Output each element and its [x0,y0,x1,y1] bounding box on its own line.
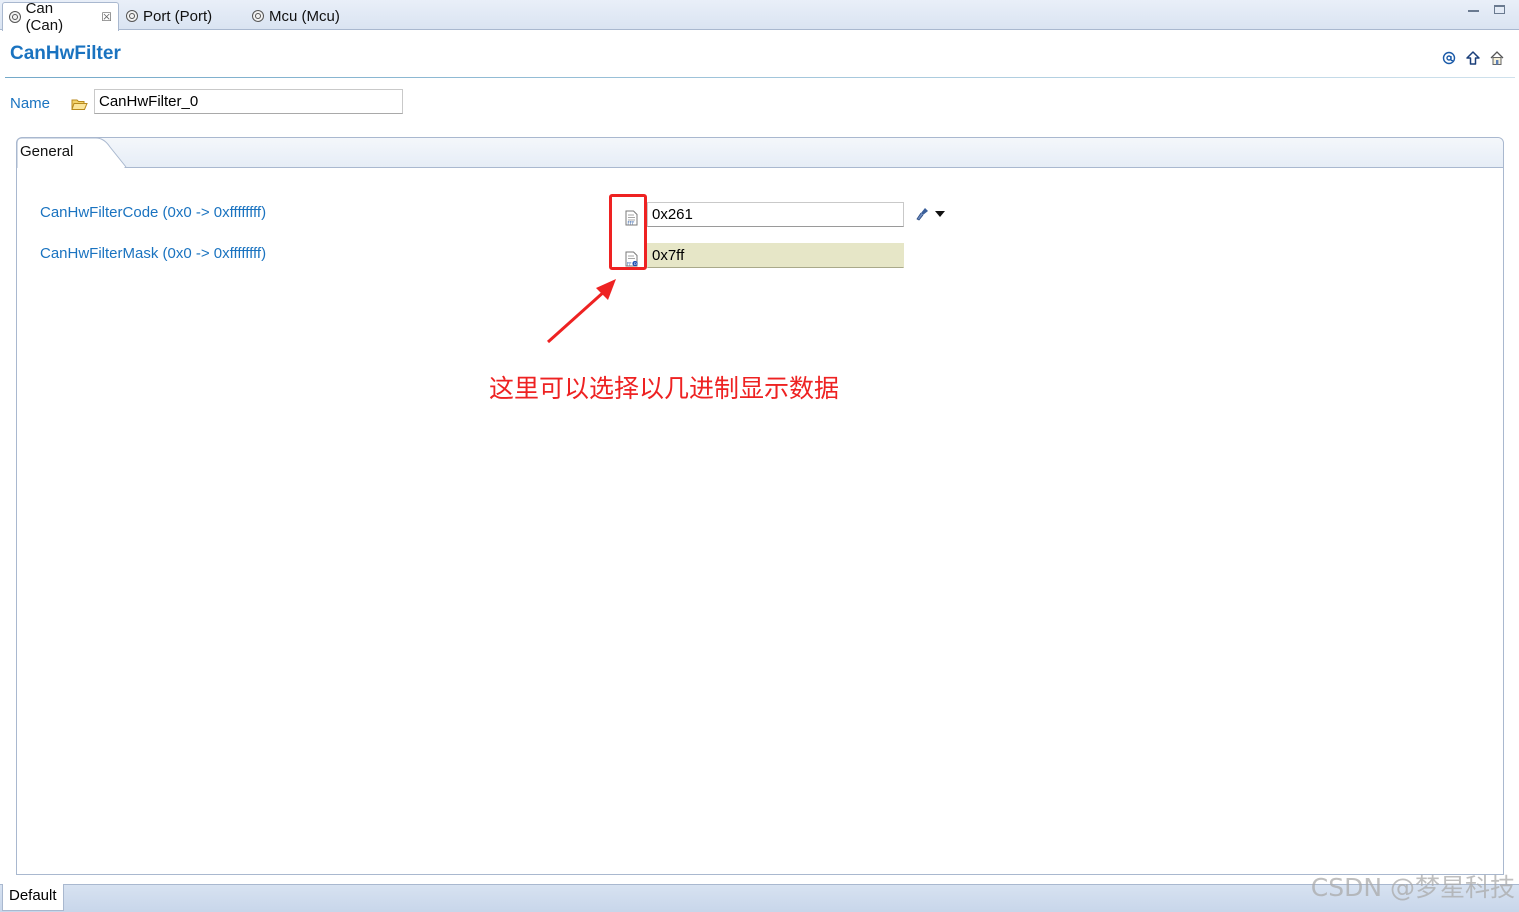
filter-mask-input[interactable] [647,243,904,268]
tab-mcu[interactable]: Mcu (Mcu) [246,2,346,30]
watermark: CSDN @梦星科技 [1310,873,1515,902]
at-reference-icon[interactable] [1441,50,1457,66]
tab-default[interactable]: Default [2,884,64,911]
tab-general[interactable]: General [16,137,131,168]
filter-mask-label: CanHwFilterMask (0x0 -> 0xffffffff) [40,245,267,262]
name-input[interactable] [94,89,403,114]
tab-port-label: Port (Port) [143,7,213,25]
section-tab-strip [17,138,1503,168]
annotation-text: 这里可以选择以几进制显示数据 [489,374,840,403]
title-divider [5,77,1515,78]
page-tab-bar: Default [0,884,1519,912]
tab-can[interactable]: Can (Can) ☒ [2,0,119,34]
arrow-up-icon[interactable] [1465,50,1481,66]
filter-code-input[interactable] [647,202,904,227]
module-config-icon [126,10,138,22]
module-config-icon [252,10,264,22]
editor-tab-bar: Can (Can) ☒ Port (Port) Mcu (Mcu) [0,0,1519,34]
tab-can-label: Can (Can) [25,0,64,34]
annotation-arrow-icon [546,279,616,344]
value-action-menu[interactable] [916,207,945,221]
close-icon[interactable]: ☒ [101,10,112,24]
module-config-icon [9,11,21,23]
highlight-box [609,194,647,270]
folder-open-icon [71,99,88,110]
tab-mcu-label: Mcu (Mcu) [269,7,340,25]
tab-general-label: General [20,143,74,160]
minimize-icon[interactable] [1468,5,1479,12]
filter-code-label: CanHwFilterCode (0x0 -> 0xffffffff) [40,204,267,221]
name-label: Name [10,95,51,112]
home-icon[interactable] [1489,50,1505,66]
page-title: CanHwFilter [10,43,121,64]
maximize-icon[interactable] [1494,5,1505,14]
chevron-down-icon[interactable] [935,210,945,218]
tab-port[interactable]: Port (Port) [120,2,218,30]
wrench-icon[interactable] [916,207,929,221]
header-toolbar [1441,50,1505,66]
